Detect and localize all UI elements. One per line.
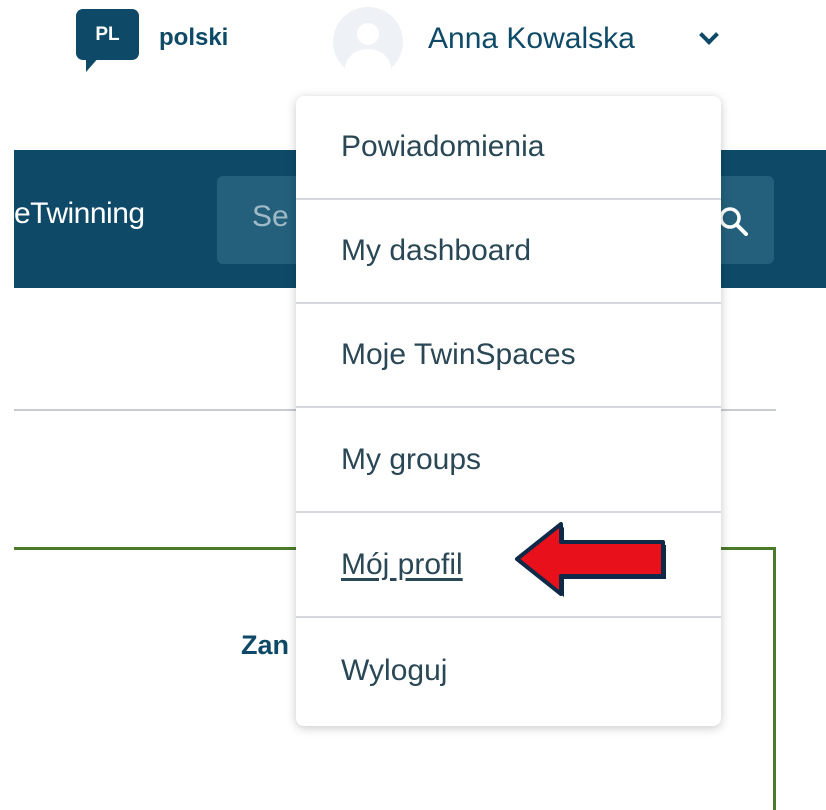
user-dropdown-menu: Powiadomienia My dashboard Moje TwinSpac… [296, 96, 721, 726]
nav-brand[interactable]: eTwinning [14, 197, 145, 231]
menu-item-label: My dashboard [341, 234, 532, 267]
user-menu-toggle[interactable]: Anna Kowalska [428, 22, 635, 56]
language-badge[interactable]: PL [76, 9, 139, 60]
menu-item-logout[interactable]: Wyloguj [296, 619, 721, 723]
menu-item-twinspaces[interactable]: Moje TwinSpaces [296, 304, 721, 408]
content-heading: Zan [241, 630, 290, 660]
menu-item-label: Powiadomienia [341, 130, 545, 163]
menu-item-label: Mój profil [341, 548, 463, 581]
language-badge-tail [86, 56, 100, 72]
menu-item-groups[interactable]: My groups [296, 409, 721, 513]
avatar-icon[interactable] [333, 7, 403, 77]
annotation-arrow-icon [515, 522, 666, 597]
menu-item-label: Moje TwinSpaces [341, 338, 576, 371]
language-selector[interactable]: polski [159, 24, 228, 52]
avatar-head [357, 23, 379, 45]
chevron-down-icon[interactable] [699, 25, 719, 45]
menu-item-dashboard[interactable]: My dashboard [296, 200, 721, 304]
menu-item-notifications[interactable]: Powiadomienia [296, 96, 721, 200]
search-icon[interactable] [718, 206, 748, 236]
menu-item-label: Wyloguj [341, 654, 448, 687]
menu-item-label: My groups [341, 443, 482, 476]
avatar-body [345, 49, 391, 77]
language-code: PL [95, 23, 120, 45]
search-placeholder: Se [252, 200, 289, 233]
